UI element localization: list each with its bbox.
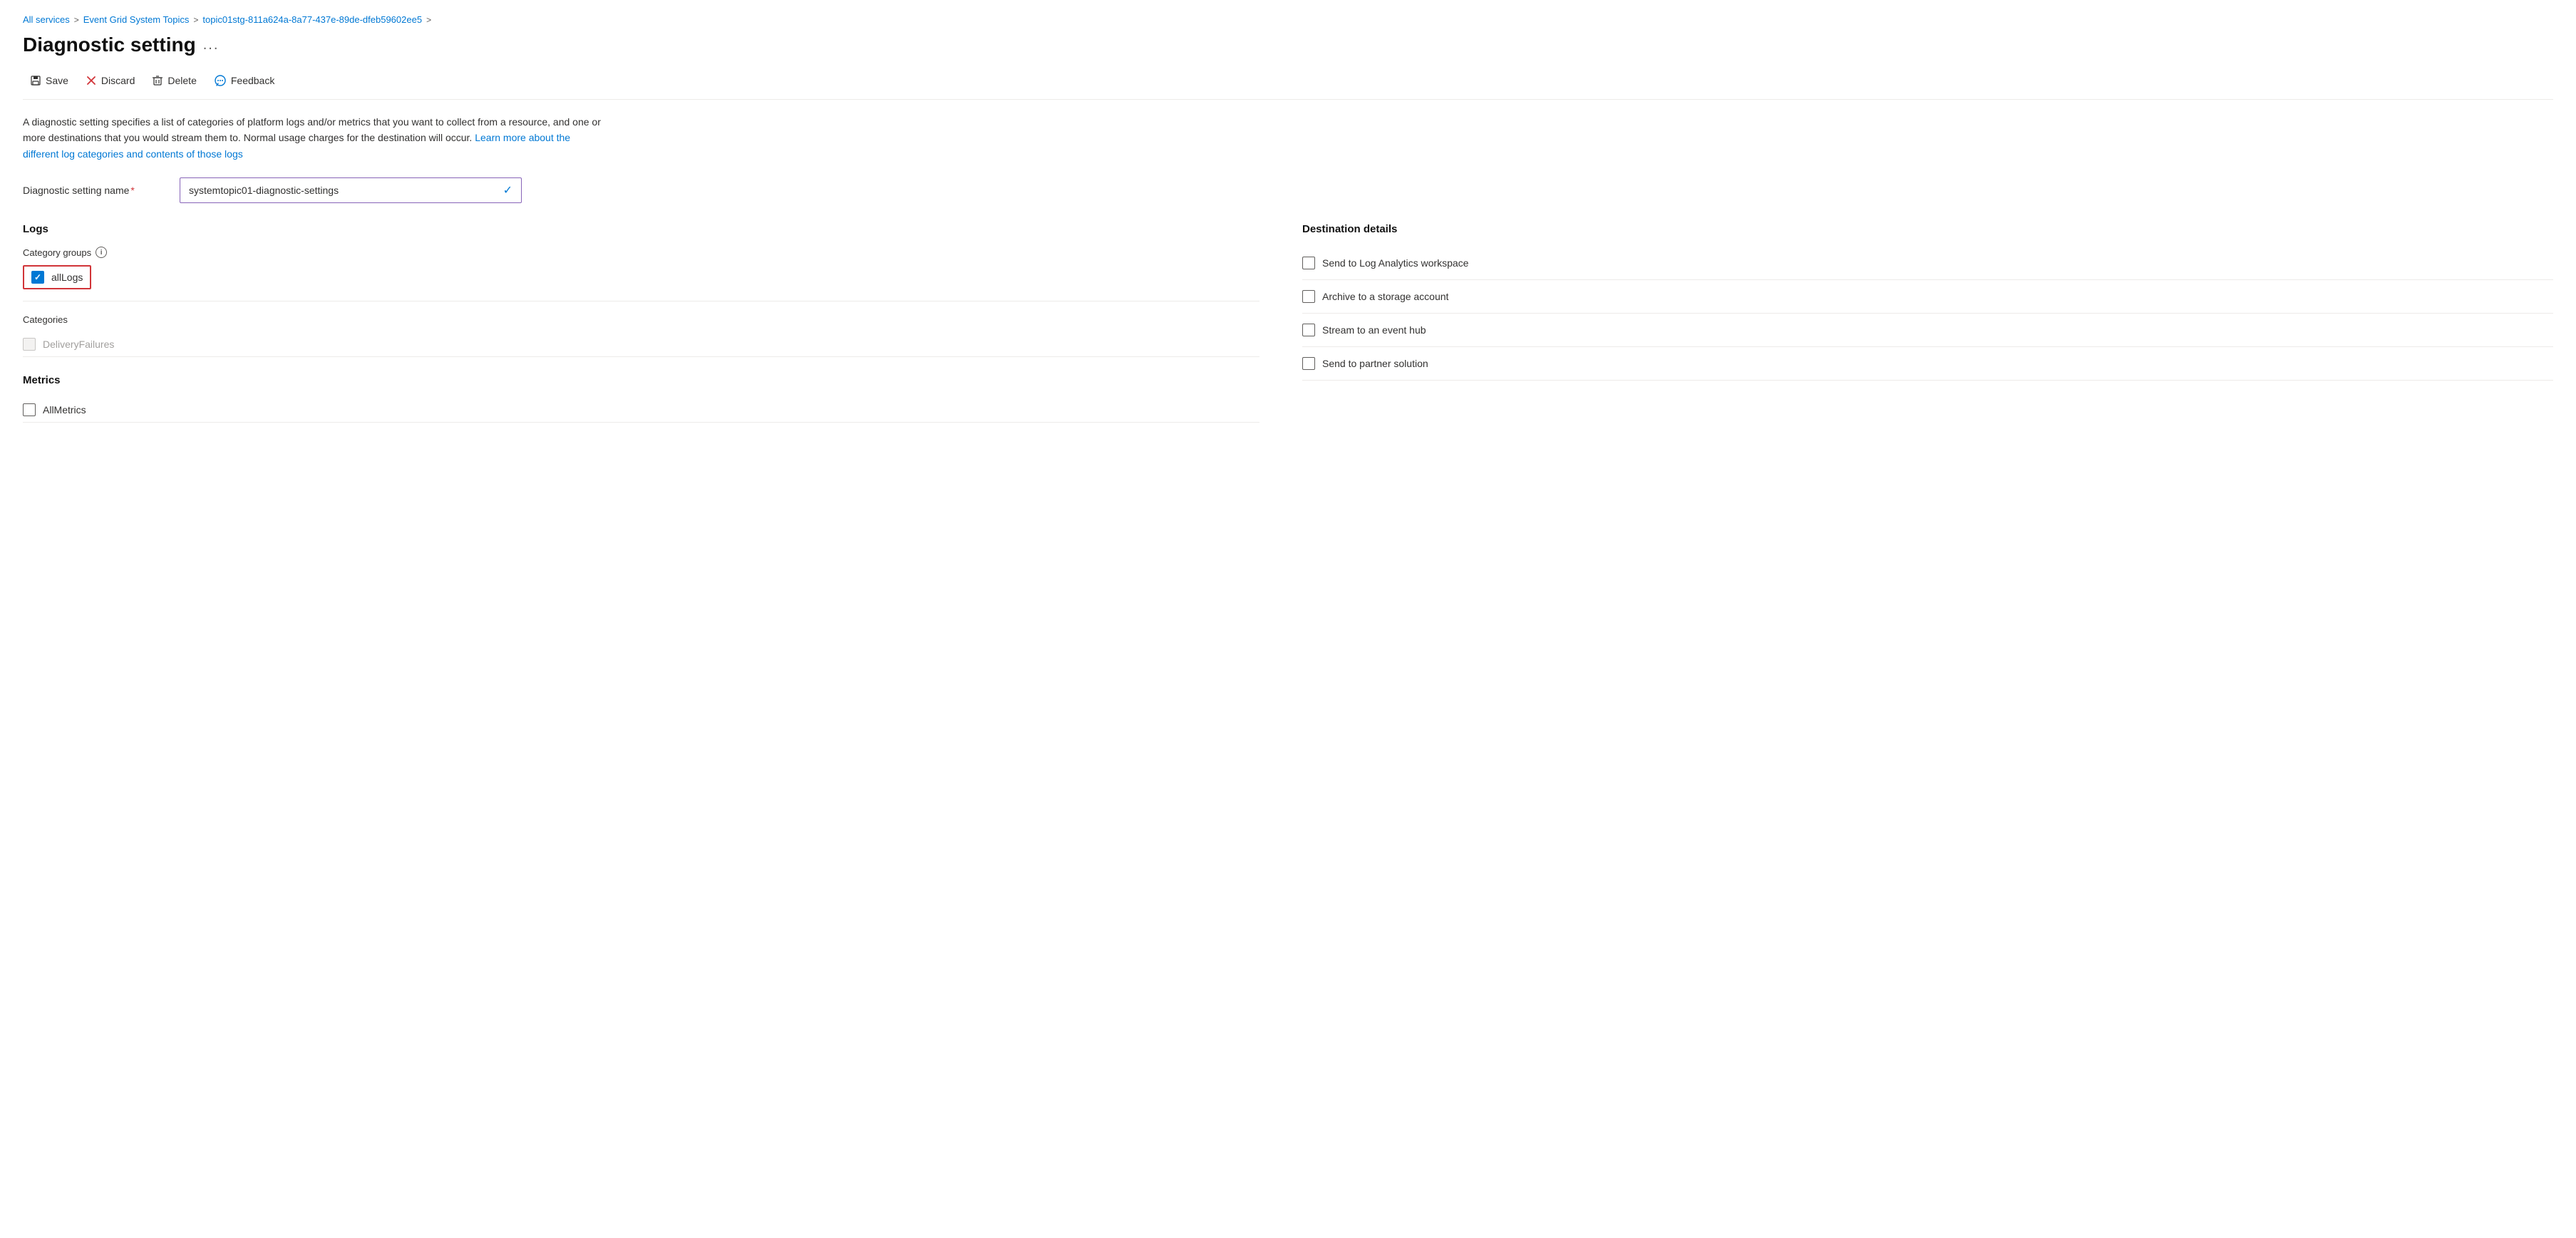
setting-name-value: systemtopic01-diagnostic-settings: [189, 185, 339, 196]
save-icon: [30, 75, 41, 86]
save-label: Save: [46, 75, 68, 86]
dest-event-hub-label: Stream to an event hub: [1322, 324, 1426, 336]
input-check-icon: ✓: [503, 183, 512, 197]
dest-storage-label: Archive to a storage account: [1322, 291, 1448, 302]
discard-icon: [86, 75, 97, 86]
breadcrumb-event-grid[interactable]: Event Grid System Topics: [83, 14, 190, 25]
category-groups-label-row: Category groups i: [23, 247, 1259, 258]
all-metrics-row: AllMetrics: [23, 398, 1259, 423]
dest-log-analytics-label: Send to Log Analytics workspace: [1322, 257, 1468, 269]
dest-partner-checkbox[interactable]: [1302, 357, 1315, 370]
delete-button[interactable]: Delete: [145, 71, 203, 91]
page-title: Diagnostic setting: [23, 33, 196, 56]
discard-label: Discard: [101, 75, 135, 86]
categories-section: Categories DeliveryFailures: [23, 314, 1259, 357]
feedback-label: Feedback: [231, 75, 274, 86]
destination-section-title: Destination details: [1302, 223, 2553, 235]
dest-log-analytics-row: Send to Log Analytics workspace: [1302, 247, 2553, 280]
description: A diagnostic setting specifies a list of…: [23, 114, 607, 162]
all-metrics-label: AllMetrics: [43, 404, 86, 416]
logs-section-title: Logs: [23, 223, 1259, 235]
feedback-icon: [214, 75, 227, 86]
discard-button[interactable]: Discard: [78, 71, 142, 91]
category-groups-label: Category groups: [23, 247, 91, 258]
dest-partner-row: Send to partner solution: [1302, 347, 2553, 381]
breadcrumb-sep-3: >: [426, 15, 431, 25]
dest-storage-checkbox[interactable]: [1302, 290, 1315, 303]
allLogs-checkbox[interactable]: [31, 271, 44, 284]
breadcrumb-all-services[interactable]: All services: [23, 14, 70, 25]
breadcrumb-sep-2: >: [193, 15, 198, 25]
delete-icon: [152, 75, 163, 86]
allLogs-label: allLogs: [51, 272, 83, 283]
delivery-failures-row: DeliveryFailures: [23, 332, 1259, 357]
dest-event-hub-checkbox[interactable]: [1302, 324, 1315, 336]
feedback-button[interactable]: Feedback: [207, 71, 282, 91]
dest-storage-row: Archive to a storage account: [1302, 280, 2553, 314]
delivery-failures-checkbox[interactable]: [23, 338, 36, 351]
categories-title: Categories: [23, 314, 1259, 325]
allLogs-row: allLogs: [23, 265, 91, 289]
dest-log-analytics-checkbox[interactable]: [1302, 257, 1315, 269]
main-grid: Logs Category groups i allLogs Categorie…: [23, 223, 2553, 423]
setting-name-input[interactable]: systemtopic01-diagnostic-settings ✓: [180, 177, 522, 203]
breadcrumb-sep-1: >: [74, 15, 79, 25]
right-column: Destination details Send to Log Analytic…: [1288, 223, 2553, 423]
all-metrics-checkbox[interactable]: [23, 403, 36, 416]
breadcrumb: All services > Event Grid System Topics …: [23, 14, 2553, 25]
form-row-setting-name: Diagnostic setting name* systemtopic01-d…: [23, 177, 2553, 203]
dest-event-hub-row: Stream to an event hub: [1302, 314, 2553, 347]
delivery-failures-label: DeliveryFailures: [43, 339, 114, 350]
metrics-section: Metrics AllMetrics: [23, 374, 1259, 423]
dest-partner-label: Send to partner solution: [1322, 358, 1428, 369]
delete-label: Delete: [168, 75, 196, 86]
page-title-ellipsis: ...: [203, 37, 220, 53]
toolbar: Save Discard Delete: [23, 71, 2553, 100]
breadcrumb-topic[interactable]: topic01stg-811a624a-8a77-437e-89de-dfeb5…: [202, 14, 422, 25]
metrics-section-title: Metrics: [23, 374, 1259, 386]
category-groups-info-icon[interactable]: i: [96, 247, 107, 258]
page-title-container: Diagnostic setting ...: [23, 33, 2553, 56]
left-column: Logs Category groups i allLogs Categorie…: [23, 223, 1288, 423]
setting-name-label: Diagnostic setting name*: [23, 185, 165, 196]
save-button[interactable]: Save: [23, 71, 76, 91]
required-star: *: [130, 185, 134, 196]
